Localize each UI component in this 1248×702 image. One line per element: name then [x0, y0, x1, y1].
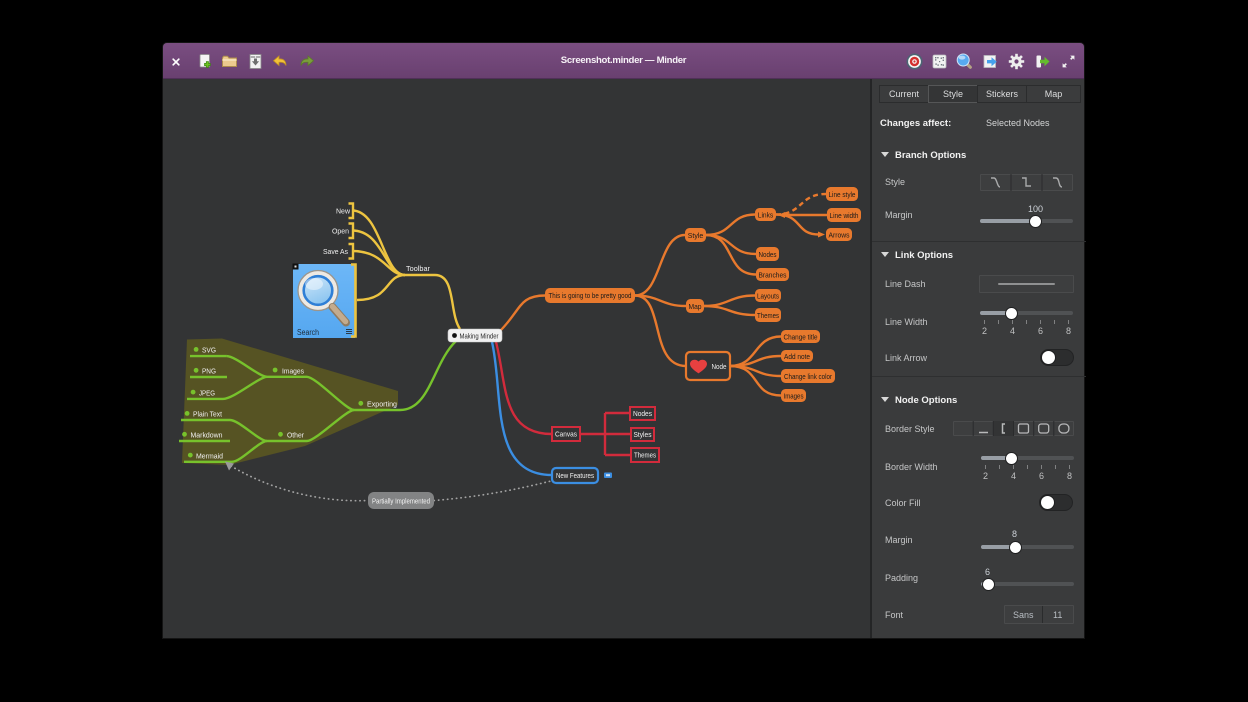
svg-text:Line width: Line width: [830, 211, 859, 220]
svg-text:Style: Style: [688, 231, 704, 240]
svg-text:New Features: New Features: [556, 471, 594, 480]
svg-text:PNG: PNG: [202, 367, 216, 376]
svg-text:Map: Map: [689, 302, 702, 311]
svg-text:JPEG: JPEG: [199, 388, 215, 397]
svg-text:Toolbar: Toolbar: [406, 264, 430, 273]
svg-text:Change title: Change title: [784, 332, 818, 341]
svg-text:Line style: Line style: [829, 190, 856, 199]
svg-text:Partially Implemented: Partially Implemented: [372, 496, 430, 505]
svg-text:Node: Node: [712, 364, 727, 371]
svg-text:Search: Search: [297, 328, 319, 337]
svg-text:SVG: SVG: [202, 346, 216, 355]
svg-text:Nodes: Nodes: [759, 250, 777, 259]
svg-text:Links: Links: [758, 210, 774, 219]
svg-text:Branches: Branches: [759, 270, 787, 279]
svg-text:Save As: Save As: [323, 247, 348, 256]
svg-text:Themes: Themes: [634, 451, 656, 460]
svg-text:Open: Open: [332, 227, 349, 236]
svg-text:Layouts: Layouts: [757, 291, 779, 300]
svg-text:Plain Text: Plain Text: [193, 410, 223, 419]
svg-text:This is going to be pretty goo: This is going to be pretty good: [549, 291, 632, 300]
svg-text:Canvas: Canvas: [555, 430, 577, 439]
svg-text:Images: Images: [282, 366, 304, 375]
svg-text:Themes: Themes: [757, 311, 779, 320]
svg-text:Images: Images: [784, 391, 804, 400]
svg-text:Mermaid: Mermaid: [196, 451, 223, 460]
svg-text:Other: Other: [287, 431, 304, 440]
svg-text:Add note: Add note: [784, 352, 810, 361]
svg-text:Styles: Styles: [634, 430, 652, 439]
svg-text:Nodes: Nodes: [633, 409, 652, 418]
svg-text:Markdown: Markdown: [191, 431, 223, 440]
svg-text:Change link color: Change link color: [784, 372, 833, 381]
svg-text:Arrows: Arrows: [829, 230, 850, 239]
svg-text:Making Minder: Making Minder: [460, 332, 499, 341]
svg-text:New: New: [336, 207, 351, 216]
svg-text:Exporting: Exporting: [367, 400, 397, 409]
